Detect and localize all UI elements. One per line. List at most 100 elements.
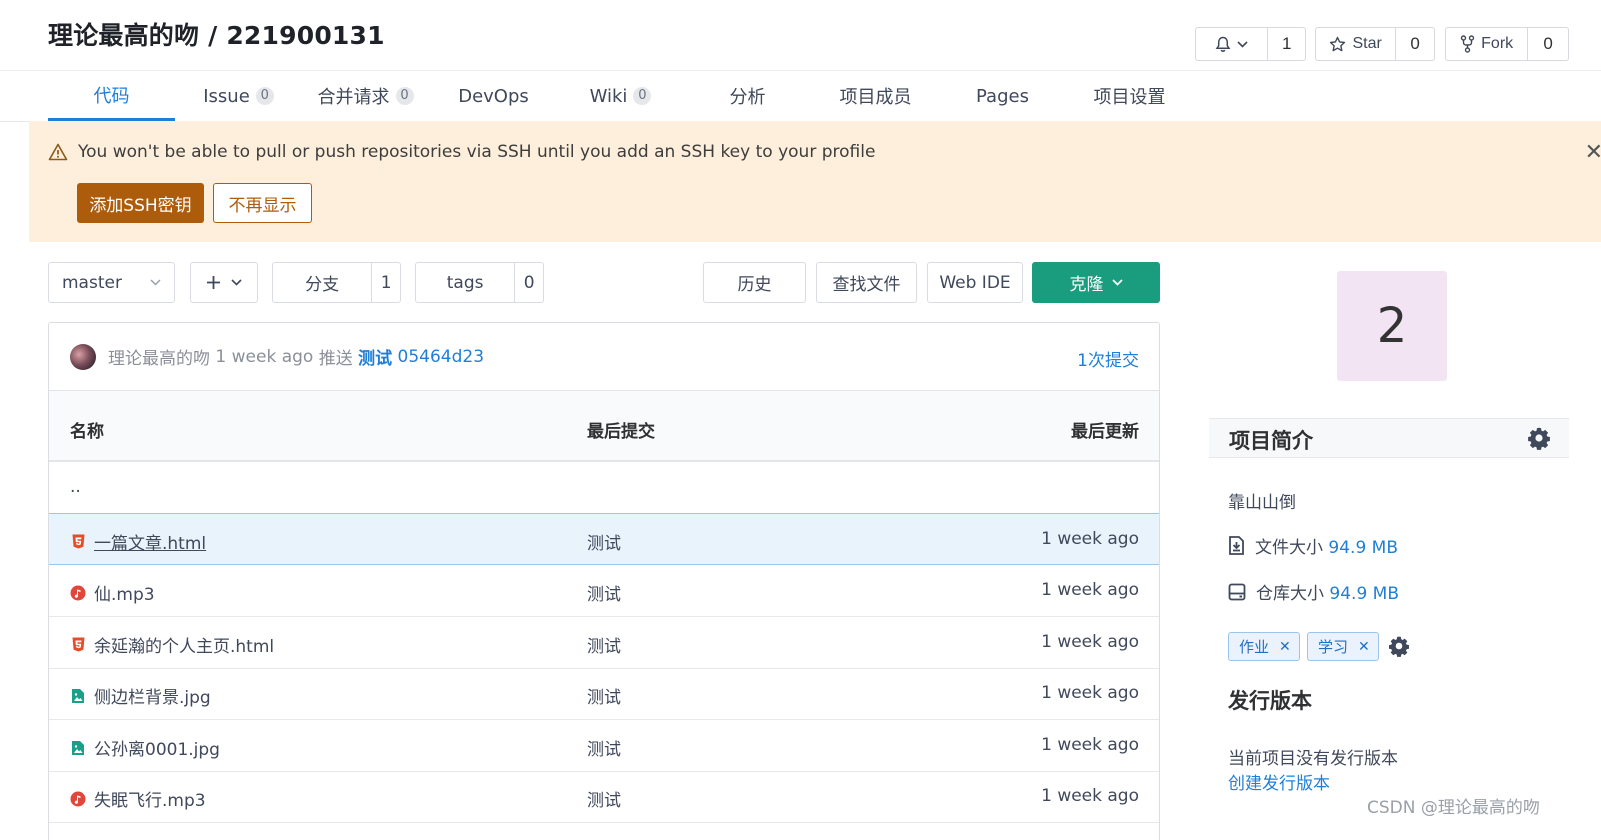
image-icon: [70, 740, 86, 756]
web-ide-button[interactable]: Web IDE: [927, 262, 1023, 303]
table-row[interactable]: 公孙离0001.jpg 测试 1 week ago: [49, 720, 1159, 772]
commit-sha[interactable]: 05464d23: [398, 347, 485, 367]
file-name[interactable]: 失眠飞行.mp3: [94, 786, 206, 811]
tab-analytics[interactable]: 分析: [684, 71, 811, 121]
tab-merge-requests[interactable]: 合并请求 0: [302, 71, 429, 121]
no-release-text: 当前项目没有发行版本: [1228, 749, 1398, 769]
tab-issue-label: Issue: [203, 85, 250, 107]
close-icon[interactable]: ✕: [1585, 139, 1601, 165]
close-icon[interactable]: ✕: [1279, 639, 1291, 655]
tab-pages[interactable]: Pages: [939, 71, 1066, 121]
repo-size-value: 94.9 MB: [1329, 584, 1399, 604]
audio-icon: [70, 791, 86, 807]
branches-label: 分支: [305, 275, 340, 295]
file-commit[interactable]: 测试: [587, 632, 621, 657]
tab-code[interactable]: 代码: [48, 71, 175, 121]
find-file-button[interactable]: 查找文件: [816, 262, 917, 303]
tab-merge-requests-label: 合并请求: [317, 87, 390, 108]
releases-title: 发行版本: [1228, 689, 1312, 713]
col-name: 名称: [70, 422, 104, 442]
last-commit-bar: 理论最高的吻 1 week ago 推送 测试 05464d23: [49, 323, 1159, 391]
star-toggle[interactable]: Star: [1316, 28, 1395, 60]
page-title: 理论最高的吻 / 221900131: [48, 21, 385, 50]
warning-icon: [48, 143, 68, 161]
file-commit[interactable]: 测试: [587, 786, 621, 811]
file-commit[interactable]: 测试: [587, 735, 621, 760]
star-button[interactable]: Star 0: [1315, 27, 1435, 61]
repo-size-line: 仓库大小 94.9 MB: [1228, 579, 1399, 604]
watch-count: 1: [1267, 28, 1305, 60]
tab-wiki[interactable]: Wiki 0: [557, 71, 684, 121]
file-table: 理论最高的吻 1 week ago 推送 测试 05464d23 1次提交 名称…: [48, 322, 1160, 840]
file-name[interactable]: 一篇文章.html: [94, 529, 206, 554]
fork-button[interactable]: Fork 0: [1445, 27, 1569, 61]
table-row[interactable]: 余延瀚的个人主页.html 测试 1 week ago: [49, 617, 1159, 669]
tab-pages-label: Pages: [976, 85, 1029, 107]
tab-issue[interactable]: Issue 0: [175, 71, 302, 121]
create-release-link[interactable]: 创建发行版本: [1228, 769, 1330, 794]
close-icon[interactable]: ✕: [1358, 639, 1370, 655]
branches-count: 1: [371, 263, 400, 302]
avatar[interactable]: [70, 343, 96, 370]
bell-icon: [1215, 36, 1231, 52]
fork-count: 0: [1527, 28, 1568, 60]
history-button[interactable]: 历史: [703, 262, 806, 303]
plus-icon: [207, 276, 220, 289]
file-commit[interactable]: 测试: [587, 683, 621, 708]
gear-icon[interactable]: [1388, 635, 1410, 662]
watch-toggle[interactable]: [1196, 28, 1267, 60]
watch-button[interactable]: 1: [1195, 27, 1306, 61]
chevron-down-icon: [1111, 279, 1123, 286]
tags-count: 0: [514, 263, 543, 302]
table-row[interactable]: 侧边栏背景.jpg 测试 1 week ago: [49, 668, 1159, 720]
file-name[interactable]: 仙.mp3: [94, 580, 155, 605]
topic-tag[interactable]: 作业 ✕: [1228, 632, 1300, 661]
col-last-update: 最后更新: [1071, 422, 1139, 442]
file-size-icon: [1229, 536, 1244, 555]
table-row[interactable]: 仙.mp3 测试 1 week ago: [49, 565, 1159, 617]
tab-analytics-label: 分析: [729, 87, 766, 108]
parent-dir-link[interactable]: ..: [70, 477, 81, 497]
tab-issue-badge: 0: [255, 87, 274, 105]
commit-author[interactable]: 理论最高的吻: [108, 344, 210, 369]
table-row[interactable]: 失眠飞行.mp3 测试 1 week ago: [49, 771, 1159, 823]
chevron-down-icon: [150, 279, 161, 286]
file-commit[interactable]: 测试: [587, 580, 621, 605]
file-updated: 1 week ago: [1041, 529, 1139, 549]
image-icon: [70, 688, 86, 704]
file-size-label: 文件大小: [1255, 538, 1323, 558]
tab-settings[interactable]: 项目设置: [1066, 71, 1193, 121]
clone-button[interactable]: 克隆: [1032, 262, 1160, 303]
tab-settings-label: 项目设置: [1093, 87, 1166, 108]
dismiss-alert-button[interactable]: 不再显示: [213, 183, 312, 223]
find-file-label: 查找文件: [832, 275, 901, 295]
add-ssh-key-button[interactable]: 添加SSH密钥: [77, 183, 204, 223]
topic-tag[interactable]: 学习 ✕: [1307, 632, 1379, 661]
branches-button[interactable]: 分支 1: [272, 262, 401, 303]
star-count: 0: [1395, 28, 1434, 60]
tags-button[interactable]: tags 0: [415, 262, 544, 303]
ssh-alert: You won't be able to pull or push reposi…: [29, 121, 1601, 242]
commit-message[interactable]: 测试: [358, 344, 392, 369]
file-updated: 1 week ago: [1041, 735, 1139, 755]
file-updated: 1 week ago: [1041, 580, 1139, 600]
clone-label: 克隆: [1069, 275, 1104, 295]
tab-members[interactable]: 项目成员: [812, 71, 939, 121]
branch-select[interactable]: master: [48, 262, 175, 303]
file-name[interactable]: 侧边栏背景.jpg: [94, 683, 211, 708]
file-commit[interactable]: 测试: [587, 529, 621, 554]
parent-dir-row[interactable]: ..: [49, 463, 1159, 515]
file-updated: 1 week ago: [1041, 683, 1139, 703]
tab-devops[interactable]: DevOps: [430, 71, 557, 121]
file-name[interactable]: 余延瀚的个人主页.html: [94, 632, 274, 657]
commit-count-link[interactable]: 1次提交: [1077, 346, 1139, 371]
project-description: 靠山山倒: [1228, 493, 1296, 513]
col-last-commit: 最后提交: [587, 422, 655, 442]
file-name[interactable]: 公孙离0001.jpg: [94, 735, 220, 760]
gear-icon[interactable]: [1527, 426, 1551, 455]
add-menu-button[interactable]: [190, 262, 258, 303]
chevron-down-icon: [231, 279, 242, 286]
table-row[interactable]: 一篇文章.html 测试 1 week ago: [49, 513, 1159, 565]
fork-toggle[interactable]: Fork: [1446, 28, 1527, 60]
file-updated: 1 week ago: [1041, 632, 1139, 652]
